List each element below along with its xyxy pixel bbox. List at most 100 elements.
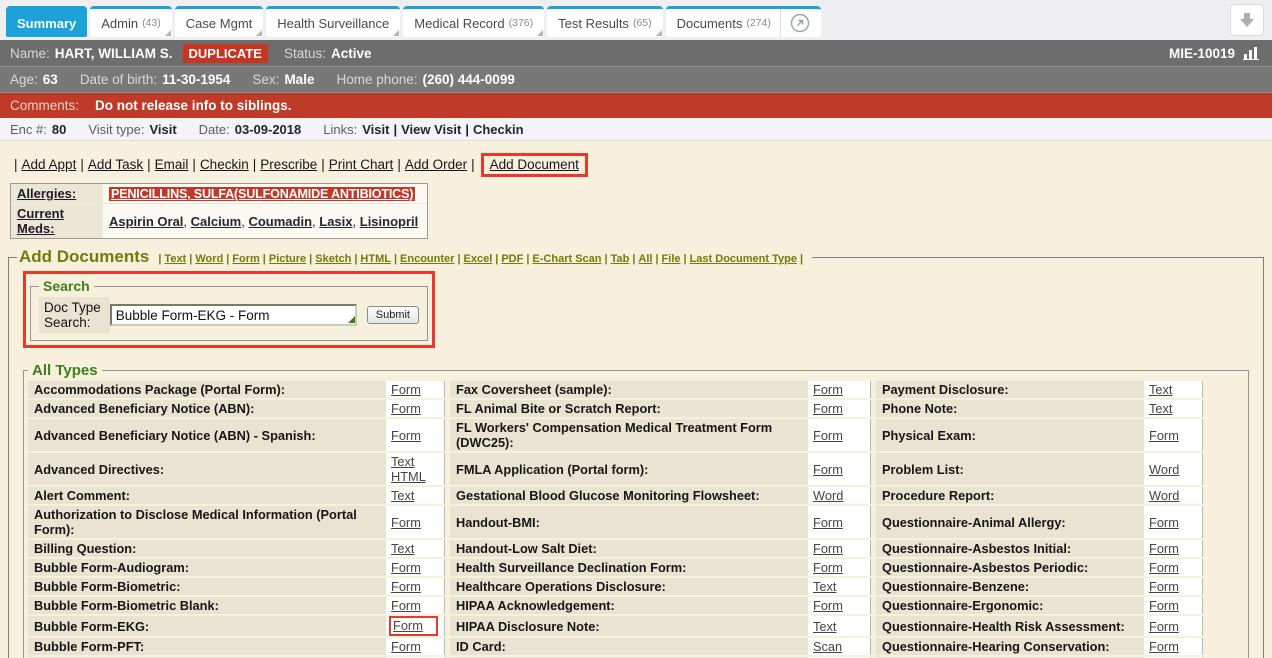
allergies-value[interactable]: PENICILLINS, SULFA(SULFONAMIDE ANTIBIOTI… — [109, 187, 415, 201]
doc-link-gestational-blood-glucose-monitoring-flowsheet-word[interactable]: Word — [813, 488, 843, 503]
doc-link-questionnaire-asbestos-periodic-form[interactable]: Form — [1149, 560, 1179, 575]
doc-link-fl-workers-compensation-medical-treatment-form-dwc25-form[interactable]: Form — [813, 428, 843, 443]
doc-type-links: Text — [1144, 381, 1202, 399]
encounter-link-view-visit[interactable]: View Visit — [401, 122, 461, 137]
row-fill — [1202, 505, 1244, 539]
current-meds-link[interactable]: Current Meds: — [17, 206, 64, 236]
med-link-lisinopril[interactable]: Lisinopril — [360, 214, 419, 229]
tab-admin[interactable]: Admin(43) — [90, 6, 172, 37]
filter-link-picture[interactable]: Picture — [269, 253, 306, 265]
doc-link-advanced-directives-text[interactable]: Text — [391, 454, 439, 469]
doc-link-questionnaire-animal-allergy-form[interactable]: Form — [1149, 515, 1179, 530]
doc-link-healthcare-operations-disclosure-text[interactable]: Text — [813, 579, 836, 594]
doc-link-handout-low-salt-diet-form[interactable]: Form — [813, 541, 843, 556]
doc-link-health-surveillance-declination-form-form[interactable]: Form — [813, 560, 843, 575]
doc-link-physical-exam-form[interactable]: Form — [1149, 428, 1179, 443]
collapse-header-button[interactable] — [1230, 4, 1264, 36]
med-link-aspirin-oral[interactable]: Aspirin Oral — [109, 214, 183, 229]
med-link-lasix[interactable]: Lasix — [319, 214, 352, 229]
doc-link-bubble-form-biometric-blank-form[interactable]: Form — [391, 598, 421, 613]
filter-link-e-chart-scan[interactable]: E-Chart Scan — [532, 253, 601, 265]
enc-label: Enc #: — [10, 122, 47, 137]
patient-name-bar: Name: HART, WILLIAM S. DUPLICATE Status:… — [0, 40, 1272, 67]
visit-type-value: Visit — [149, 122, 176, 137]
sex-value: Male — [284, 72, 314, 87]
table-row: Billing Question:TextHandout-Low Salt Di… — [28, 539, 1244, 558]
doc-link-phone-note-text[interactable]: Text — [1149, 401, 1172, 416]
doc-link-procedure-report-word[interactable]: Word — [1149, 488, 1179, 503]
med-link-calcium[interactable]: Calcium — [191, 214, 242, 229]
tab-case-mgmt[interactable]: Case Mgmt — [175, 6, 263, 37]
doc-type-links: Form — [808, 539, 870, 558]
action-link-email[interactable]: Email — [155, 157, 189, 172]
doc-link-alert-comment-text[interactable]: Text — [391, 488, 414, 503]
tab-health-surveillance[interactable]: Health Surveillance — [266, 6, 400, 37]
filter-separator: | — [394, 253, 397, 265]
doc-link-fax-coversheet-sample-form[interactable]: Form — [813, 382, 843, 397]
action-link-print-chart[interactable]: Print Chart — [329, 157, 394, 172]
doc-link-questionnaire-asbestos-initial-form[interactable]: Form — [1149, 541, 1179, 556]
doc-link-fl-animal-bite-or-scratch-report-form[interactable]: Form — [813, 401, 843, 416]
dob-group: Date of birth: 11-30-1954 — [80, 72, 231, 87]
doc-link-handout-bmi-form[interactable]: Form — [813, 515, 843, 530]
doc-link-advanced-beneficiary-notice-abn-spanish-form[interactable]: Form — [391, 428, 421, 443]
encounter-link-visit[interactable]: Visit — [362, 122, 389, 137]
row-fill — [1202, 418, 1244, 452]
filter-link-form[interactable]: Form — [232, 253, 260, 265]
filter-link-pdf[interactable]: PDF — [501, 253, 523, 265]
tab-test-results[interactable]: Test Results(65) — [547, 6, 663, 37]
doc-link-problem-list-word[interactable]: Word — [1149, 462, 1179, 477]
doc-link-questionnaire-health-risk-assessment-form[interactable]: Form — [1149, 619, 1179, 634]
action-link-add-task[interactable]: Add Task — [88, 157, 143, 172]
doc-link-bubble-form-biometric-form[interactable]: Form — [391, 579, 421, 594]
doc-type-links: Text — [386, 539, 444, 558]
doc-type-label-payment-disclosure: Payment Disclosure: — [876, 381, 1144, 399]
filter-link-all[interactable]: All — [638, 253, 652, 265]
action-link-prescribe[interactable]: Prescribe — [260, 157, 317, 172]
action-link-add-order[interactable]: Add Order — [405, 157, 467, 172]
filter-link-file[interactable]: File — [662, 253, 681, 265]
doc-link-id-card-scan[interactable]: Scan — [813, 639, 842, 654]
action-link-checkin[interactable]: Checkin — [200, 157, 249, 172]
doc-link-advanced-directives-html[interactable]: HTML — [391, 469, 439, 484]
doc-link-hipaa-acknowledgement-form[interactable]: Form — [813, 598, 843, 613]
doc-link-billing-question-text[interactable]: Text — [391, 541, 414, 556]
action-link-add-appt[interactable]: Add Appt — [22, 157, 77, 172]
filter-link-html[interactable]: HTML — [360, 253, 391, 265]
filter-link-encounter[interactable]: Encounter — [400, 253, 454, 265]
doc-type-links: Form — [808, 399, 870, 418]
action-link-add-document[interactable]: Add Document — [490, 157, 579, 172]
doc-link-questionnaire-ergonomic-form[interactable]: Form — [1149, 598, 1179, 613]
doc-link-bubble-form-audiogram-form[interactable]: Form — [391, 560, 421, 575]
filter-separator: | — [309, 253, 312, 265]
allergies-link[interactable]: Allergies: — [17, 186, 76, 201]
doc-link-advanced-beneficiary-notice-abn-form[interactable]: Form — [391, 401, 421, 416]
tab-documents[interactable]: Documents(274) — [666, 6, 821, 37]
filter-link-text[interactable]: Text — [164, 253, 186, 265]
filter-link-tab[interactable]: Tab — [611, 253, 630, 265]
doc-type-label-hipaa-acknowledgement: HIPAA Acknowledgement: — [450, 596, 808, 615]
bar-chart-icon[interactable] — [1243, 46, 1262, 60]
doc-link-bubble-form-ekg-form[interactable]: Form — [393, 618, 423, 633]
tab-medical-record[interactable]: Medical Record(376) — [403, 6, 544, 37]
doc-link-payment-disclosure-text[interactable]: Text — [1149, 382, 1172, 397]
filter-link-sketch[interactable]: Sketch — [315, 253, 351, 265]
filter-link-last-document-type[interactable]: Last Document Type — [690, 253, 797, 265]
doc-link-questionnaire-hearing-conservation-form[interactable]: Form — [1149, 639, 1179, 654]
doc-type-search-label: Doc Type Search: — [39, 297, 110, 333]
doc-link-questionnaire-benzene-form[interactable]: Form — [1149, 579, 1179, 594]
encounter-link-checkin[interactable]: Checkin — [473, 122, 524, 137]
doc-link-accommodations-package-portal-form-form[interactable]: Form — [391, 382, 421, 397]
filter-link-excel[interactable]: Excel — [464, 253, 493, 265]
doc-link-hipaa-disclosure-note-text[interactable]: Text — [813, 619, 836, 634]
filter-link-word[interactable]: Word — [195, 253, 223, 265]
med-link-coumadin[interactable]: Coumadin — [248, 214, 312, 229]
doc-type-search-input[interactable] — [110, 304, 357, 326]
doc-link-authorization-to-disclose-medical-information-portal-form-form[interactable]: Form — [391, 515, 421, 530]
submit-button[interactable]: Submit — [367, 306, 419, 324]
doc-link-bubble-form-pft-form[interactable]: Form — [391, 639, 421, 654]
doc-type-label-questionnaire-animal-allergy: Questionnaire-Animal Allergy: — [876, 505, 1144, 539]
doc-link-fmla-application-portal-form-form[interactable]: Form — [813, 462, 843, 477]
tab-summary[interactable]: Summary — [6, 6, 87, 37]
open-in-new-window-button[interactable] — [780, 9, 810, 37]
